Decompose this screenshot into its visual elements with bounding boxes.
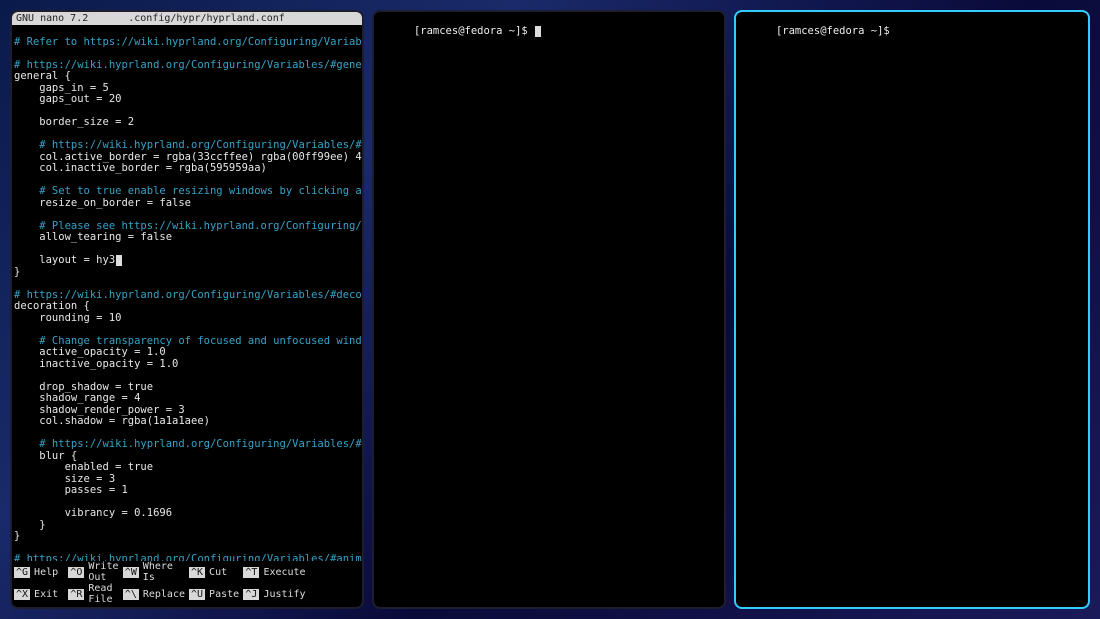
cursor-icon <box>116 255 122 266</box>
nano-titlebar: GNU nano 7.2 .config/hypr/hyprland.conf <box>12 12 362 25</box>
editor-line: } <box>14 520 360 532</box>
terminal-window-middle[interactable]: [ramces@fedora ~]$ <box>372 10 726 609</box>
editor-line: rounding = 10 <box>14 313 360 325</box>
nano-shortcut: ^K Cut <box>189 561 239 583</box>
shortcut-label: Read File <box>88 583 118 605</box>
shortcut-label: Replace <box>143 589 185 600</box>
shortcut-key: ^J <box>243 589 259 600</box>
nano-shortcut <box>310 561 360 583</box>
editor-line: } <box>14 267 360 279</box>
shell-prompt: [ramces@fedora ~]$ <box>414 25 534 37</box>
shortcut-key: ^U <box>189 589 205 600</box>
editor-line: resize_on_border = false <box>14 198 360 210</box>
shortcut-key: ^\ <box>123 589 139 600</box>
editor-line: vibrancy = 0.1696 <box>14 508 360 520</box>
shortcut-key: ^T <box>243 567 259 578</box>
editor-line: passes = 1 <box>14 485 360 497</box>
cursor-icon <box>535 26 541 37</box>
shortcut-label: Where Is <box>143 561 185 583</box>
shell-prompt: [ramces@fedora ~]$ <box>776 25 890 37</box>
editor-line: layout = hy3 <box>14 255 360 267</box>
terminal-body[interactable]: [ramces@fedora ~]$ <box>374 12 724 607</box>
nano-shortcut: ^X Exit <box>14 583 64 605</box>
shortcut-label: Exit <box>34 589 58 600</box>
nano-file-path: .config/hypr/hyprland.conf <box>88 13 358 24</box>
editor-line: } <box>14 531 360 543</box>
shortcut-key: ^G <box>14 567 30 578</box>
shortcut-label: Write Out <box>88 561 118 583</box>
nano-shortcut: ^G Help <box>14 561 64 583</box>
shortcut-label: Justify <box>263 589 305 600</box>
terminal-window-right[interactable]: [ramces@fedora ~]$ <box>734 10 1090 609</box>
shortcut-key: ^W <box>123 567 139 578</box>
nano-shortcut: ^R Read File <box>68 583 118 605</box>
nano-editor-name: GNU nano 7.2 <box>16 13 88 24</box>
nano-shortcut: ^O Write Out <box>68 561 118 583</box>
shortcut-key: ^R <box>68 589 84 600</box>
nano-shortcut: ^W Where Is <box>123 561 185 583</box>
shortcut-label: Execute <box>263 567 305 578</box>
nano-content[interactable]: # Refer to https://wiki.hyprland.org/Con… <box>12 25 362 561</box>
scroll-indicator <box>362 292 364 412</box>
scroll-indicator <box>362 412 364 424</box>
editor-line: gaps_out = 20 <box>14 94 360 106</box>
editor-line: col.shadow = rgba(1a1a1aee) <box>14 416 360 428</box>
editor-line: # https://wiki.hyprland.org/Configuring/… <box>14 554 360 561</box>
shortcut-key: ^X <box>14 589 30 600</box>
editor-window[interactable]: GNU nano 7.2 .config/hypr/hyprland.conf … <box>10 10 364 609</box>
shortcut-key: ^K <box>189 567 205 578</box>
workspace: GNU nano 7.2 .config/hypr/hyprland.conf … <box>0 0 1100 619</box>
shortcut-label: Paste <box>209 589 239 600</box>
nano-shortcut: ^\ Replace <box>123 583 185 605</box>
nano-shortcut: ^J Justify <box>243 583 305 605</box>
editor-line: # Refer to https://wiki.hyprland.org/Con… <box>14 37 360 49</box>
nano-shortcut: ^U Paste <box>189 583 239 605</box>
nano-shortcut: ^T Execute <box>243 561 305 583</box>
shortcut-label: Cut <box>209 567 227 578</box>
shortcut-label: Help <box>34 567 58 578</box>
nano-shortcuts: ^G Help ^O Write Out ^W Where Is ^K Cut ^T Execut… <box>12 561 362 607</box>
editor-line: border_size = 2 <box>14 117 360 129</box>
terminal-body[interactable]: [ramces@fedora ~]$ <box>736 12 1088 607</box>
shortcut-key: ^O <box>68 567 84 578</box>
editor-line: col.inactive_border = rgba(595959aa) <box>14 163 360 175</box>
editor-line: allow_tearing = false <box>14 232 360 244</box>
nano-shortcut <box>310 583 360 605</box>
editor-line: inactive_opacity = 1.0 <box>14 359 360 371</box>
